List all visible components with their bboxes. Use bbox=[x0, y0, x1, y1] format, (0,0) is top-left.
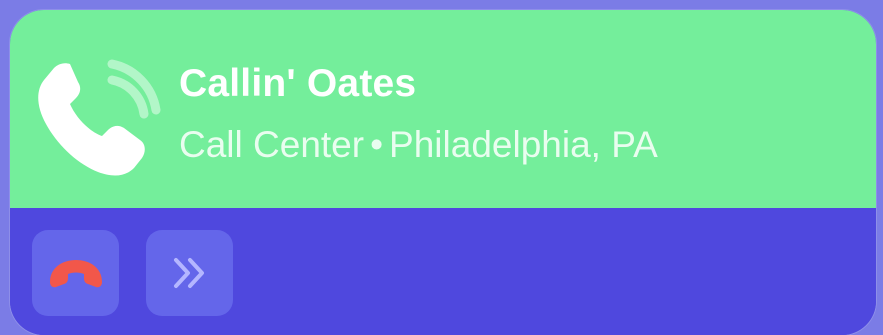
caller-details: Call Center • Philadelphia, PA bbox=[179, 124, 658, 166]
call-notification: Callin' Oates Call Center • Philadelphia, … bbox=[10, 10, 876, 335]
phone-ringing-icon bbox=[34, 54, 162, 178]
hang-up-icon bbox=[46, 258, 106, 288]
hang-up-button[interactable] bbox=[32, 230, 119, 316]
call-header: Callin' Oates Call Center • Philadelphia, … bbox=[10, 10, 876, 208]
subtitle-separator: • bbox=[370, 124, 384, 165]
call-actions bbox=[10, 208, 876, 335]
forward-button[interactable] bbox=[146, 230, 233, 316]
caller-location: Philadelphia, PA bbox=[389, 124, 658, 165]
caller-category: Call Center bbox=[179, 124, 365, 165]
double-chevron-right-icon bbox=[170, 256, 210, 290]
caller-name: Callin' Oates bbox=[179, 62, 417, 105]
